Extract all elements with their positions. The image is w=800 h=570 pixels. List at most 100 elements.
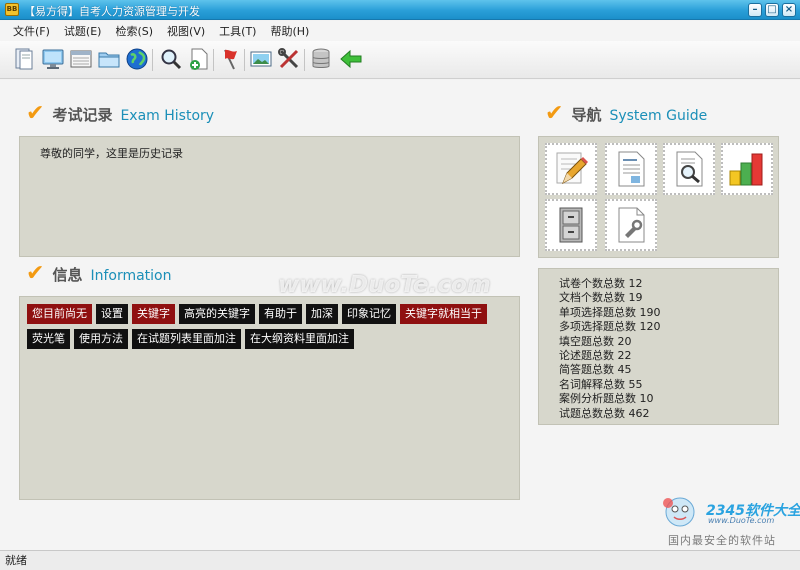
monitor-icon[interactable] bbox=[40, 46, 66, 72]
system-guide-title-cn: 导航 bbox=[571, 106, 602, 124]
exam-history-title-cn: 考试记录 bbox=[52, 106, 113, 124]
stat-label: 文档个数总数 bbox=[559, 291, 625, 305]
window-title: 【易方得】自考人力资源管理与开发 bbox=[24, 5, 200, 18]
stat-row: 名词解释总数 55 bbox=[559, 378, 661, 392]
system-guide-heading: ✔ 导航 System Guide bbox=[545, 101, 708, 126]
stat-row: 单项选择题总数 190 bbox=[559, 306, 661, 320]
stat-row: 多项选择题总数 120 bbox=[559, 320, 661, 334]
exam-history-title-en: Exam History bbox=[120, 108, 215, 124]
status-text: 就绪 bbox=[5, 554, 27, 567]
stat-value: 12 bbox=[628, 277, 643, 290]
information-panel: 您目前尚无 设置 关键字 高亮的关键字 有助于 加深 印象记忆 关键字就相当于 … bbox=[19, 296, 520, 500]
keyword-tag[interactable]: 加深 bbox=[306, 304, 338, 324]
minimize-button[interactable]: – bbox=[748, 3, 762, 17]
system-guide-title-en: System Guide bbox=[609, 108, 708, 124]
brand-slogan: 国内最安全的软件站 bbox=[668, 534, 776, 547]
document-icon[interactable] bbox=[605, 143, 657, 195]
check-icon: ✔ bbox=[26, 261, 45, 286]
status-bar: 就绪 bbox=[0, 550, 800, 570]
stat-value: 462 bbox=[628, 406, 650, 420]
statistics-blocks-icon[interactable] bbox=[721, 143, 773, 195]
menu-search[interactable]: 检索(S) bbox=[115, 23, 153, 39]
duote-watermark: www.DuoTe.com bbox=[278, 272, 491, 298]
stat-label: 填空题总数 bbox=[559, 334, 614, 348]
globe-icon[interactable] bbox=[124, 46, 150, 72]
information-title-cn: 信息 bbox=[52, 266, 83, 284]
stat-label: 试卷个数总数 bbox=[559, 277, 625, 290]
menu-help[interactable]: 帮助(H) bbox=[270, 23, 309, 39]
cabinet-icon[interactable] bbox=[545, 199, 597, 251]
keyword-tag[interactable]: 印象记忆 bbox=[342, 304, 396, 324]
keyword-tag[interactable]: 设置 bbox=[96, 304, 128, 324]
stat-row: 试卷个数总数 12 bbox=[559, 277, 661, 291]
information-heading: ✔ 信息 Information bbox=[26, 261, 172, 286]
title-bar: BB 【易方得】自考人力资源管理与开发 – □ × bbox=[0, 0, 800, 20]
menu-questions[interactable]: 试题(E) bbox=[64, 23, 102, 39]
stat-value: 45 bbox=[617, 363, 632, 377]
keyword-tag[interactable]: 关键字就相当于 bbox=[400, 304, 487, 324]
stat-row: 简答题总数 45 bbox=[559, 363, 661, 377]
edit-pencil-icon[interactable] bbox=[545, 143, 597, 195]
keyword-tag[interactable]: 在试题列表里面加注 bbox=[132, 329, 241, 349]
stat-value: 55 bbox=[628, 377, 643, 391]
close-button[interactable]: × bbox=[782, 3, 796, 17]
menu-bar: 文件(F) 试题(E) 检索(S) 视图(V) 工具(T) 帮助(H) bbox=[0, 21, 800, 41]
browser-window-icon[interactable] bbox=[68, 46, 94, 72]
app-icon: BB bbox=[5, 3, 19, 16]
exam-history-heading: ✔ 考试记录 Exam History bbox=[26, 101, 215, 126]
stat-value: 190 bbox=[639, 305, 661, 319]
tools-icon[interactable] bbox=[276, 46, 302, 72]
main-content: ✔ 考试记录 Exam History 尊敬的同学，这里是历史记录 ✔ 信息 I… bbox=[0, 80, 800, 550]
new-document-icon[interactable] bbox=[186, 46, 212, 72]
magnifier-icon[interactable] bbox=[158, 46, 184, 72]
menu-file[interactable]: 文件(F) bbox=[13, 23, 50, 39]
keyword-tag[interactable]: 在大纲资料里面加注 bbox=[245, 329, 354, 349]
settings-document-icon[interactable] bbox=[605, 199, 657, 251]
search-document-icon[interactable] bbox=[663, 143, 715, 195]
folder-icon[interactable] bbox=[96, 46, 122, 72]
brand-url: www.DuoTe.com bbox=[708, 516, 775, 525]
stat-label: 单项选择题总数 bbox=[559, 305, 636, 319]
book-icon[interactable] bbox=[12, 46, 38, 72]
keyword-tag[interactable]: 您目前尚无 bbox=[27, 304, 92, 324]
keyword-tags: 您目前尚无 设置 关键字 高亮的关键字 有助于 加深 印象记忆 关键字就相当于 … bbox=[27, 304, 527, 349]
toolbar-separator bbox=[304, 49, 305, 71]
stat-value: 10 bbox=[639, 392, 654, 406]
keyword-tag[interactable]: 高亮的关键字 bbox=[179, 304, 255, 324]
flag-icon[interactable] bbox=[218, 46, 244, 72]
stat-label: 案例分析题总数 bbox=[559, 392, 636, 406]
keyword-tag[interactable]: 使用方法 bbox=[74, 329, 128, 349]
menu-tools[interactable]: 工具(T) bbox=[219, 23, 256, 39]
back-arrow-icon[interactable] bbox=[338, 46, 364, 72]
stat-value: 120 bbox=[639, 320, 661, 334]
stat-value: 22 bbox=[617, 349, 632, 363]
exam-history-panel: 尊敬的同学，这里是历史记录 bbox=[19, 136, 520, 257]
stat-row: 案例分析题总数 10 bbox=[559, 392, 661, 406]
exam-history-note: 尊敬的同学，这里是历史记录 bbox=[40, 147, 183, 160]
maximize-button[interactable]: □ bbox=[765, 3, 779, 17]
mascot-logo-icon bbox=[663, 497, 695, 527]
toolbar-separator bbox=[152, 49, 153, 71]
stat-label: 试题总数总数 bbox=[559, 406, 625, 420]
system-guide-panel bbox=[538, 136, 779, 258]
stat-value: 19 bbox=[628, 291, 643, 305]
keyword-tag[interactable]: 关键字 bbox=[132, 304, 175, 324]
check-icon: ✔ bbox=[26, 101, 45, 126]
database-icon[interactable] bbox=[308, 46, 334, 72]
image-icon[interactable] bbox=[248, 46, 274, 72]
keyword-tag[interactable]: 荧光笔 bbox=[27, 329, 70, 349]
stat-label: 简答题总数 bbox=[559, 363, 614, 377]
stat-row: 填空题总数 20 bbox=[559, 335, 661, 349]
toolbar-separator bbox=[213, 49, 214, 71]
stat-label: 名词解释总数 bbox=[559, 377, 625, 391]
check-icon: ✔ bbox=[545, 101, 564, 126]
stat-label: 多项选择题总数 bbox=[559, 320, 636, 334]
stat-row: 文档个数总数 19 bbox=[559, 291, 661, 305]
toolbar-separator bbox=[244, 49, 245, 71]
menu-view[interactable]: 视图(V) bbox=[167, 23, 205, 39]
stat-row: 试题总数总数 462 bbox=[559, 407, 661, 421]
stat-row: 论述题总数 22 bbox=[559, 349, 661, 363]
stat-value: 20 bbox=[617, 334, 632, 348]
information-title-en: Information bbox=[90, 268, 172, 284]
keyword-tag[interactable]: 有助于 bbox=[259, 304, 302, 324]
